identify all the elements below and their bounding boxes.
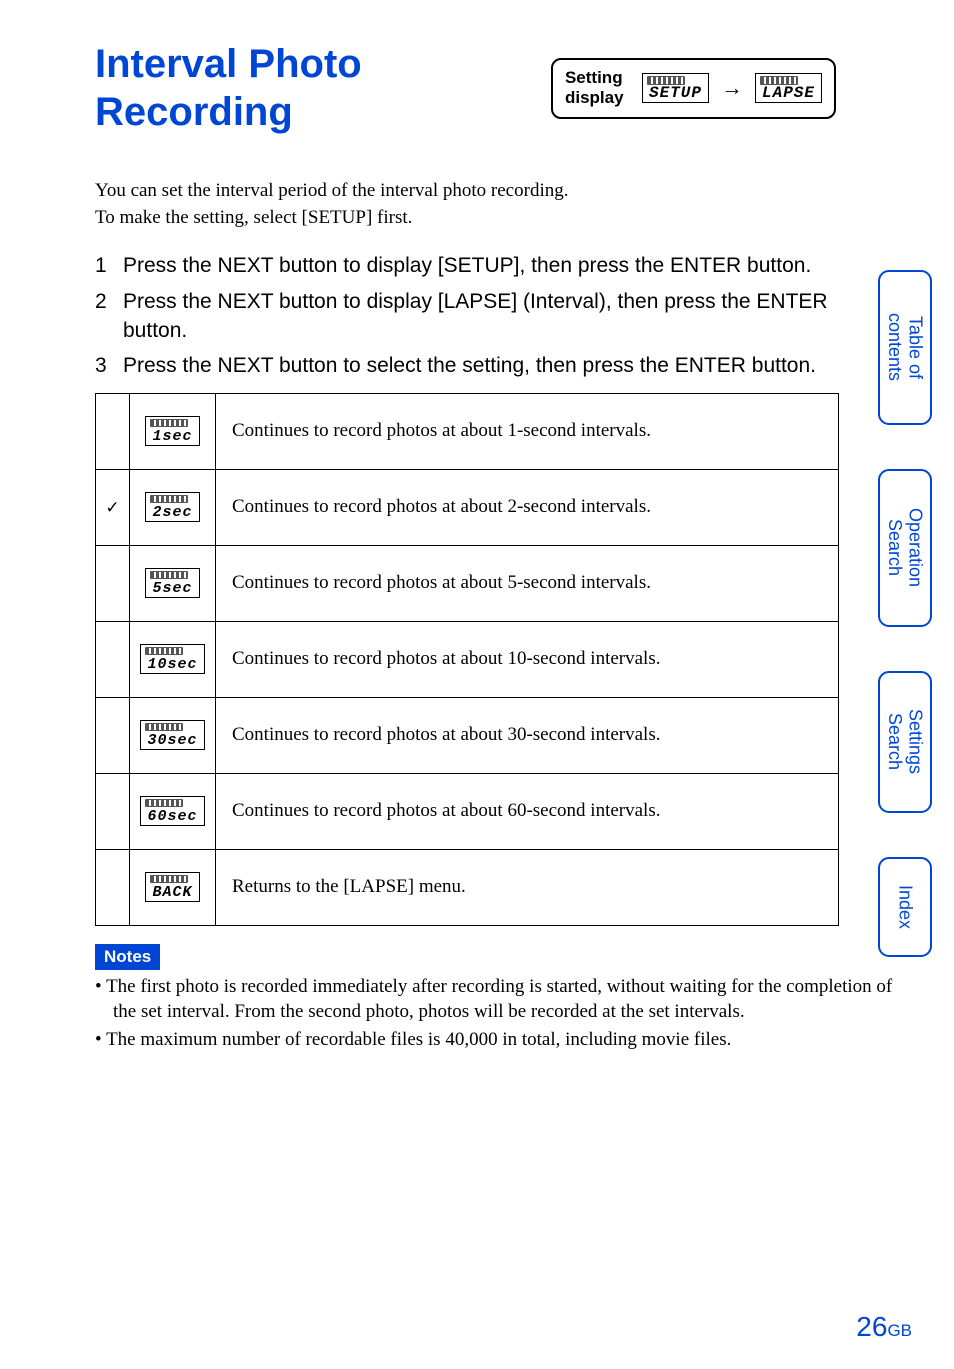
check-cell: [96, 545, 130, 621]
table-row: 1sec Continues to record photos at about…: [96, 393, 839, 469]
lapse-lcd: LAPSE: [755, 73, 822, 103]
lcd-cell: BACK: [130, 849, 216, 925]
desc-cell: Continues to record photos at about 60-s…: [216, 773, 839, 849]
steps-list: Press the NEXT button to display [SETUP]…: [95, 251, 894, 381]
check-cell: [96, 393, 130, 469]
lcd-cell: 1sec: [130, 393, 216, 469]
tab-settings-search[interactable]: Settings Search: [878, 671, 932, 813]
intro-text: You can set the interval period of the i…: [95, 178, 894, 231]
lcd-cell: 5sec: [130, 545, 216, 621]
table-row: 30sec Continues to record photos at abou…: [96, 697, 839, 773]
lcd-cell: 2sec: [130, 469, 216, 545]
note-item: The first photo is recorded immediately …: [95, 974, 894, 1025]
table-row: BACK Returns to the [LAPSE] menu.: [96, 849, 839, 925]
lcd-cell: 30sec: [130, 697, 216, 773]
tab-table-of-contents[interactable]: Table of contents: [878, 270, 932, 425]
intro-line-1: You can set the interval period of the i…: [95, 178, 894, 205]
check-cell: [96, 849, 130, 925]
table-row: ✓ 2sec Continues to record photos at abo…: [96, 469, 839, 545]
page-number: 26GB: [856, 1311, 912, 1343]
step-3: Press the NEXT button to select the sett…: [95, 351, 894, 380]
notes-section: Notes The first photo is recorded immedi…: [95, 944, 894, 1053]
table-row: 10sec Continues to record photos at abou…: [96, 621, 839, 697]
desc-cell: Continues to record photos at about 30-s…: [216, 697, 839, 773]
desc-cell: Continues to record photos at about 2-se…: [216, 469, 839, 545]
side-tabs: Table of contents Operation Search Setti…: [878, 270, 932, 957]
table-row: 5sec Continues to record photos at about…: [96, 545, 839, 621]
desc-cell: Returns to the [LAPSE] menu.: [216, 849, 839, 925]
check-icon: ✓: [105, 498, 119, 517]
desc-cell: Continues to record photos at about 1-se…: [216, 393, 839, 469]
step-2: Press the NEXT button to display [LAPSE]…: [95, 287, 894, 346]
desc-cell: Continues to record photos at about 5-se…: [216, 545, 839, 621]
tab-index[interactable]: Index: [878, 857, 932, 957]
tab-operation-search[interactable]: Operation Search: [878, 469, 932, 627]
check-cell: [96, 621, 130, 697]
settings-table: 1sec Continues to record photos at about…: [95, 393, 839, 926]
lcd-cell: 60sec: [130, 773, 216, 849]
step-1: Press the NEXT button to display [SETUP]…: [95, 251, 894, 280]
lcd-cell: 10sec: [130, 621, 216, 697]
table-row: 60sec Continues to record photos at abou…: [96, 773, 839, 849]
setting-display-label: Setting display: [565, 68, 630, 109]
check-cell: [96, 773, 130, 849]
notes-list: The first photo is recorded immediately …: [95, 974, 894, 1053]
arrow-right-icon: →: [721, 75, 743, 101]
desc-cell: Continues to record photos at about 10-s…: [216, 621, 839, 697]
page-title: Interval Photo Recording: [95, 40, 545, 136]
check-cell: ✓: [96, 469, 130, 545]
setting-display-box: Setting display SETUP → LAPSE: [551, 58, 836, 119]
intro-line-2: To make the setting, select [SETUP] firs…: [95, 205, 894, 232]
note-item: The maximum number of recordable files i…: [95, 1027, 894, 1053]
check-cell: [96, 697, 130, 773]
notes-label: Notes: [95, 944, 160, 970]
setup-lcd: SETUP: [642, 73, 709, 103]
